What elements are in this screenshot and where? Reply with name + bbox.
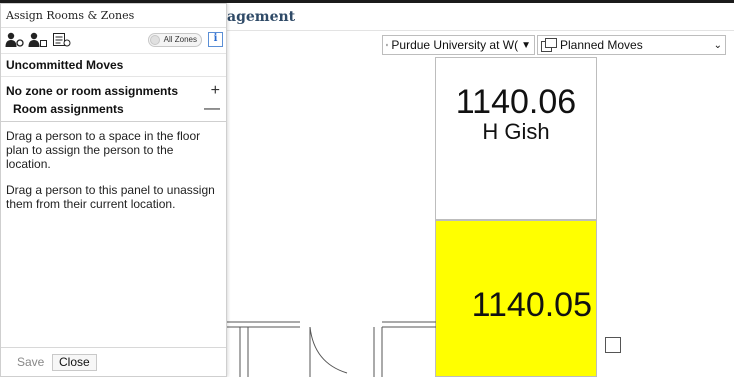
save-button[interactable]: Save: [10, 354, 51, 371]
site-select-label: Purdue University at W(: [391, 38, 519, 52]
expand-plus-icon[interactable]: +: [211, 82, 220, 100]
moves-select-label: Planned Moves: [560, 38, 643, 52]
room-1140-06[interactable]: 1140.06 H Gish: [435, 57, 597, 220]
small-room-marker[interactable]: [605, 337, 621, 353]
uncommitted-moves-heading: Uncommitted Moves: [1, 54, 226, 77]
floor-plan-walls: [222, 321, 436, 377]
close-button[interactable]: Close: [52, 354, 97, 371]
list-assign-icon: [53, 33, 71, 47]
panel-footer: Save Close: [1, 347, 226, 376]
toggle-knob: [150, 35, 160, 45]
help-paragraph: Drag a person to a space in the floor pl…: [6, 129, 201, 171]
caret-down-icon: ▼: [521, 39, 531, 51]
site-select[interactable]: Purdue University at W( ▼: [382, 35, 535, 55]
moves-select-content: Planned Moves: [541, 38, 643, 52]
layers-icon: [541, 38, 557, 52]
floorplan-toolbar: Purdue University at W( ▼ Planned Moves …: [382, 35, 726, 57]
help-text: Drag a person to a space in the floor pl…: [1, 122, 226, 211]
panel-toolbar: All Zones i: [1, 28, 226, 54]
assign-rooms-zones-panel[interactable]: Assign Rooms & Zones All Zones i Uncommi…: [0, 3, 227, 377]
room-number: 1140.05: [471, 286, 592, 324]
all-zones-label: All Zones: [163, 35, 197, 44]
info-button[interactable]: i: [208, 32, 223, 47]
room-assignments-label: Room assignments: [13, 102, 124, 116]
help-paragraph: Drag a person to this panel to unassign …: [6, 183, 215, 211]
app-header: agement: [222, 3, 734, 31]
floorplan-grid-icon: [386, 43, 389, 47]
panel-title: Assign Rooms & Zones: [1, 4, 226, 28]
assign-person-room-button[interactable]: [28, 31, 48, 49]
app-title: agement: [227, 9, 296, 25]
no-assignments-label: No zone or room assignments: [6, 84, 179, 98]
all-zones-toggle[interactable]: All Zones: [148, 33, 202, 47]
room-1140-05[interactable]: 1140.05: [435, 220, 597, 377]
list-assign-button[interactable]: [52, 31, 72, 49]
room-occupant: H Gish: [482, 119, 550, 144]
assign-person-room-icon: [28, 32, 47, 47]
assign-person-zone-button[interactable]: [5, 31, 25, 49]
no-assignments-row[interactable]: No zone or room assignments +: [1, 82, 226, 100]
moves-select[interactable]: Planned Moves ⌄: [537, 35, 726, 55]
collapse-minus-icon[interactable]: —: [204, 100, 220, 118]
room-assignments-row[interactable]: Room assignments —: [1, 100, 226, 118]
assign-person-zone-icon: [5, 32, 24, 47]
chevron-down-icon: ⌄: [713, 39, 722, 51]
room-number: 1140.06: [455, 83, 577, 121]
